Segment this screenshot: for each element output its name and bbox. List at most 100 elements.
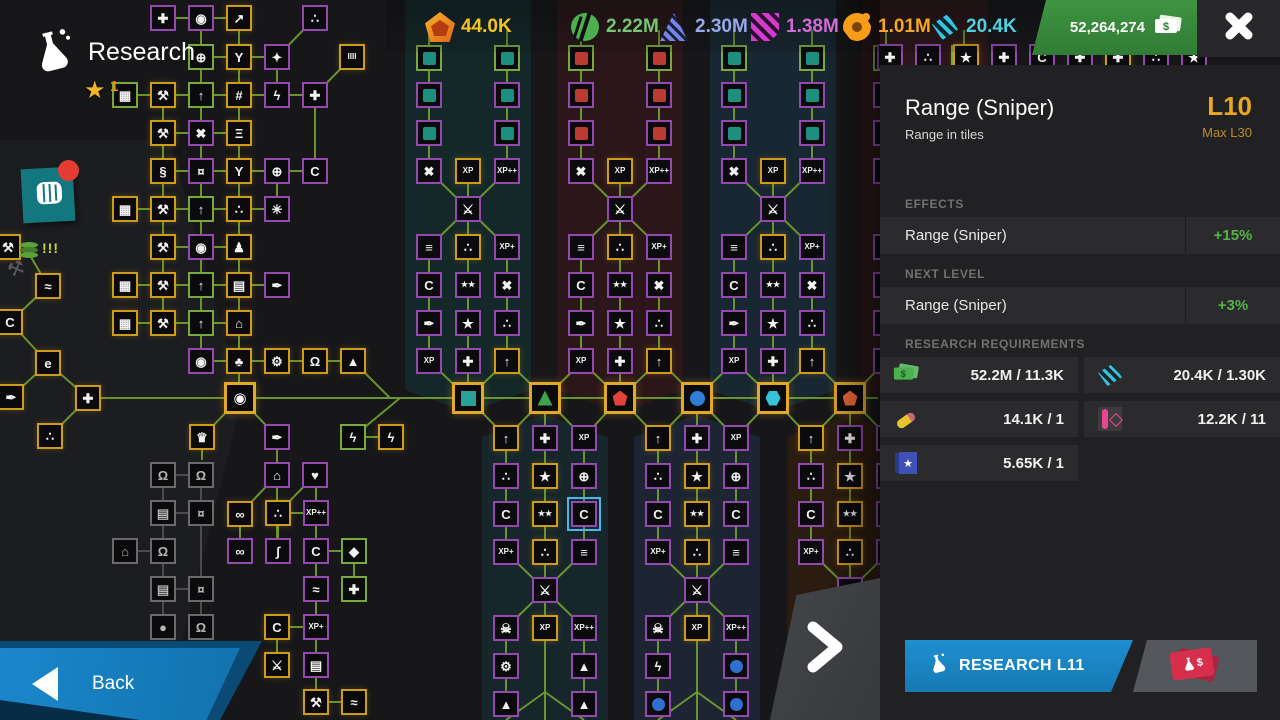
tree-node[interactable]: XP++ [723, 615, 749, 641]
tree-node[interactable]: ⚔ [760, 196, 786, 222]
tree-node[interactable]: ∴ [494, 310, 520, 336]
tree-node[interactable]: ▲ [571, 653, 597, 679]
tree-node[interactable]: ▦ [112, 196, 138, 222]
tree-node[interactable]: ⌂ [112, 538, 138, 564]
tree-node[interactable]: ∴ [455, 234, 481, 260]
tree-node[interactable]: ☠ [493, 615, 519, 641]
tree-node[interactable]: C [493, 501, 519, 527]
tree-node[interactable]: ⊕ [571, 463, 597, 489]
tree-node[interactable]: ♥ [302, 462, 328, 488]
tree-node[interactable]: C [416, 272, 442, 298]
tree-node[interactable] [799, 120, 825, 146]
tree-node[interactable]: ⚒ [150, 272, 176, 298]
tree-node[interactable]: ↑ [494, 348, 520, 374]
tree-node[interactable]: ★ [532, 463, 558, 489]
tree-node[interactable]: ⚙ [493, 653, 519, 679]
tree-node[interactable]: ¤ [188, 576, 214, 602]
tree-node[interactable]: ⚒ [150, 234, 176, 260]
tree-node[interactable]: C [798, 501, 824, 527]
tree-node[interactable]: ◉ [188, 348, 214, 374]
tree-node[interactable]: ≡ [721, 234, 747, 260]
tree-node[interactable]: ▤ [150, 500, 176, 526]
tree-node[interactable]: ♣ [226, 348, 252, 374]
tree-node[interactable]: ∞ [227, 538, 253, 564]
tree-node[interactable]: ↑ [798, 425, 824, 451]
tree-node[interactable]: ≈ [341, 689, 367, 715]
tree-node[interactable]: ↑ [645, 425, 671, 451]
tree-node[interactable]: ⌂ [264, 462, 290, 488]
research-button[interactable]: RESEARCH L11 [905, 640, 1133, 692]
tree-node[interactable]: e [35, 350, 61, 376]
tree-node[interactable]: ↑ [188, 310, 214, 336]
tree-node[interactable]: ≡ [571, 539, 597, 565]
tree-node[interactable]: Ω [150, 538, 176, 564]
tree-milestone-node[interactable] [757, 382, 789, 414]
tree-node[interactable]: Ω [188, 614, 214, 640]
tree-node[interactable]: ∴ [798, 463, 824, 489]
tree-node[interactable]: ∴ [684, 539, 710, 565]
tree-node[interactable]: ▦ [112, 272, 138, 298]
tree-node[interactable]: ∴ [37, 423, 63, 449]
tree-node[interactable] [494, 82, 520, 108]
tree-node[interactable]: ✒ [264, 272, 290, 298]
tree-node[interactable]: XP [568, 348, 594, 374]
tree-node[interactable]: XP+ [799, 234, 825, 260]
tree-node[interactable]: ⚔ [455, 196, 481, 222]
tree-node[interactable] [723, 691, 749, 717]
tree-node[interactable]: ✚ [455, 348, 481, 374]
tree-node[interactable]: XP+ [646, 234, 672, 260]
tree-node[interactable]: ⊕ [264, 158, 290, 184]
tree-node[interactable]: XP [416, 348, 442, 374]
tree-milestone-node[interactable] [604, 382, 636, 414]
tree-node[interactable]: ≈ [303, 576, 329, 602]
tree-node[interactable]: ↑ [188, 272, 214, 298]
tree-node[interactable]: § [150, 158, 176, 184]
tree-hub-node[interactable]: ◉ [224, 382, 256, 414]
tree-node[interactable]: XP++ [303, 500, 329, 526]
tree-node[interactable]: ✚ [684, 425, 710, 451]
tree-node[interactable] [645, 691, 671, 717]
tree-node[interactable] [568, 82, 594, 108]
tree-node[interactable]: ↑ [799, 348, 825, 374]
tree-node[interactable]: C [0, 309, 23, 335]
tree-node[interactable]: ✚ [607, 348, 633, 374]
tree-node[interactable]: C [645, 501, 671, 527]
tree-node[interactable]: ⚔ [684, 577, 710, 603]
tree-node[interactable]: ≡ [568, 234, 594, 260]
tree-node[interactable]: # [226, 82, 252, 108]
tree-node[interactable]: XP [571, 425, 597, 451]
tree-node[interactable]: XP [455, 158, 481, 184]
tree-node[interactable]: ✖ [568, 158, 594, 184]
tree-node[interactable]: C [571, 501, 597, 527]
tree-node[interactable]: ∴ [532, 539, 558, 565]
tree-node[interactable]: XP+ [494, 234, 520, 260]
tree-node[interactable]: ★★ [532, 501, 558, 527]
tree-node[interactable]: ↑ [188, 82, 214, 108]
tree-node[interactable]: ☠ [645, 615, 671, 641]
tree-node[interactable]: ▤ [303, 652, 329, 678]
tree-node[interactable]: XP++ [799, 158, 825, 184]
tree-node[interactable]: ♟ [226, 234, 252, 260]
tree-node[interactable]: ∴ [265, 500, 291, 526]
tree-node[interactable]: ↑ [188, 196, 214, 222]
tree-node[interactable]: ¤ [188, 158, 214, 184]
tree-node[interactable]: ▲ [571, 691, 597, 717]
tree-node[interactable]: C [721, 272, 747, 298]
tree-node[interactable]: ≡ [723, 539, 749, 565]
tree-node[interactable]: ▤ [150, 576, 176, 602]
tree-node[interactable]: ϟ [645, 653, 671, 679]
tree-node[interactable] [723, 653, 749, 679]
tree-node[interactable]: XP [684, 615, 710, 641]
tree-node[interactable]: ⚒ [150, 82, 176, 108]
tree-node[interactable]: ★★ [455, 272, 481, 298]
tree-node[interactable]: XP++ [571, 615, 597, 641]
tree-node[interactable]: ▲ [493, 691, 519, 717]
tree-node[interactable] [416, 120, 442, 146]
tree-node[interactable]: ✖ [799, 272, 825, 298]
tree-node[interactable]: ∴ [493, 463, 519, 489]
tree-node[interactable]: ⚔ [532, 577, 558, 603]
lab-ticket-chip[interactable]: $ [1133, 640, 1257, 692]
tree-node[interactable]: ⚒ [150, 120, 176, 146]
tree-node[interactable]: ⚒ [303, 689, 329, 715]
tree-node[interactable]: C [264, 614, 290, 640]
